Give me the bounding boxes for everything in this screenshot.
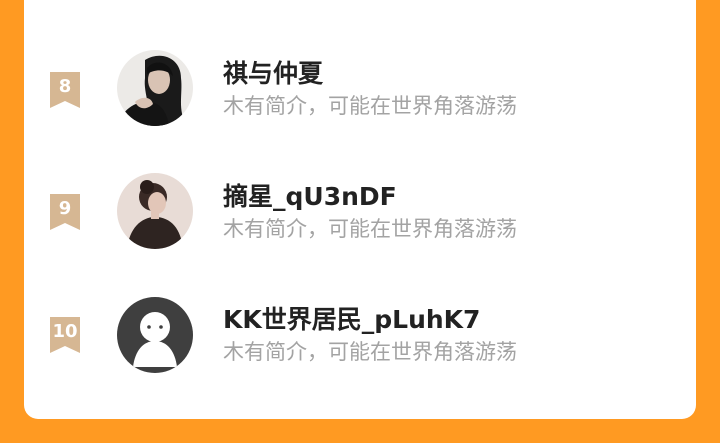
rank-number: 8 <box>58 76 72 97</box>
list-item[interactable]: 9 摘星_qU3nDF 木有简介，可能在世界角落游荡 <box>24 160 696 260</box>
photo-avatar-icon <box>117 50 193 126</box>
rank-badge: 8 <box>48 72 82 108</box>
rank-number: 9 <box>58 198 72 219</box>
user-name[interactable]: KK世界居民_pLuhK7 <box>223 304 480 336</box>
user-bio: 木有简介，可能在世界角落游荡 <box>223 217 517 241</box>
user-bio: 木有简介，可能在世界角落游荡 <box>223 340 517 364</box>
avatar[interactable] <box>117 173 193 249</box>
list-item[interactable]: 8 祺与仲夏 木有简介，可能在世界角落游荡 <box>24 38 696 138</box>
list-item[interactable]: 10 KK世界居民_pLuhK7 木有简介，可能在世界角落游荡 <box>24 282 696 382</box>
avatar[interactable] <box>117 297 193 373</box>
user-bio: 木有简介，可能在世界角落游荡 <box>223 94 517 118</box>
user-name[interactable]: 摘星_qU3nDF <box>223 181 397 213</box>
rank-badge: 10 <box>48 317 82 353</box>
ranking-list-card: 8 祺与仲夏 木有简介，可能在世界角落游荡 9 摘星_qU3nDF 木有简介，可… <box>24 0 696 419</box>
photo-avatar-icon <box>117 173 193 249</box>
avatar[interactable] <box>117 50 193 126</box>
rank-badge: 9 <box>48 194 82 230</box>
rank-number: 10 <box>52 321 78 342</box>
user-name[interactable]: 祺与仲夏 <box>223 58 323 90</box>
default-avatar-icon <box>117 297 193 373</box>
